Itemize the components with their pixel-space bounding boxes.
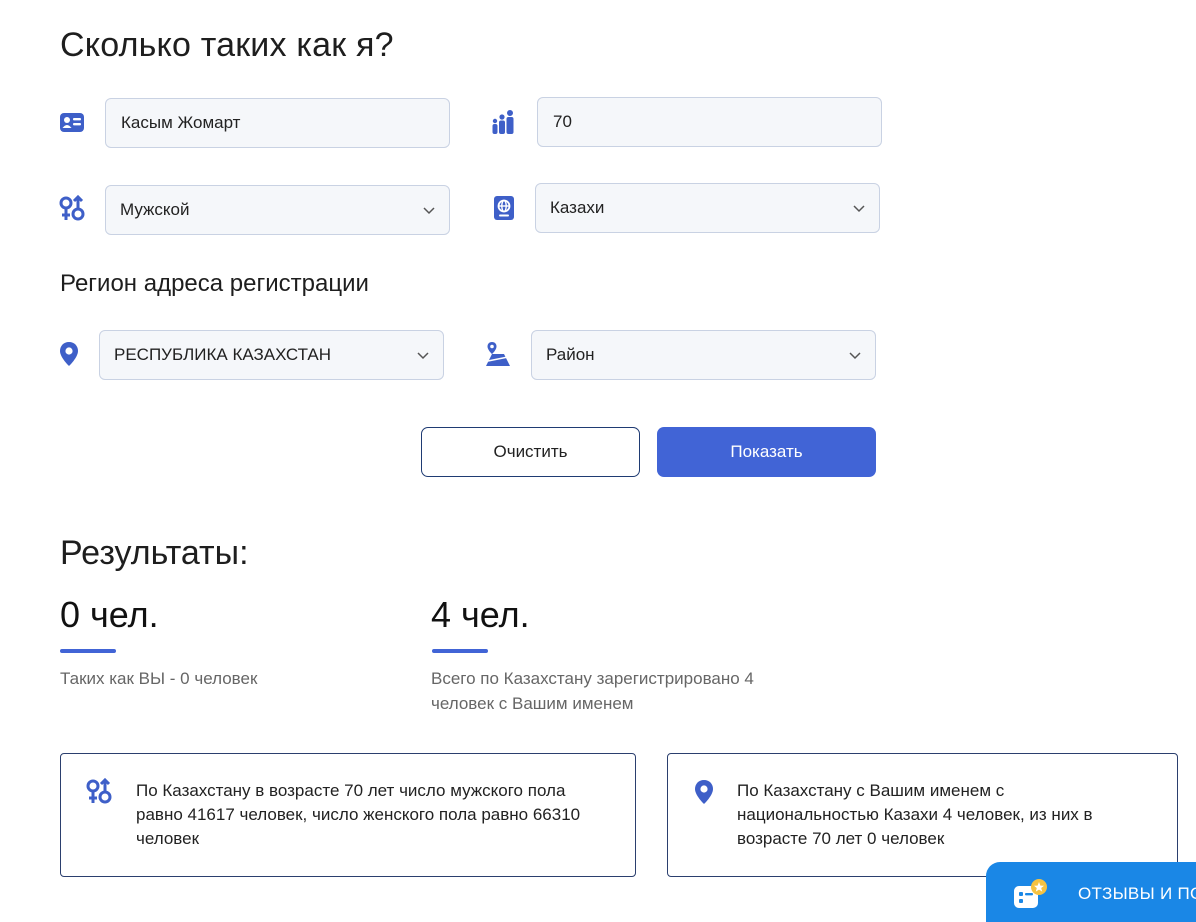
gender-stats-line1: По Казахстану в возрасте 70 лет число му…: [136, 781, 566, 800]
feedback-button[interactable]: ОТЗЫВЫ И ПО: [986, 862, 1196, 922]
same-name-description-line1: Всего по Казахстану зарегистрировано 4: [431, 669, 754, 688]
chevron-down-icon: [853, 205, 865, 213]
district-select-value: Район: [546, 345, 595, 364]
nationality-stats-line1: По Казахстану с Вашим именем с: [737, 781, 1005, 800]
same-name-underline: [432, 649, 488, 653]
clear-button[interactable]: Очистить: [421, 427, 640, 477]
name-field-value: Касым Жомарт: [121, 113, 241, 132]
map-icon: [486, 342, 510, 366]
map-pin-icon: [60, 342, 78, 366]
gender-stats-line3: человек: [136, 829, 200, 848]
nationality-select-value: Казахи: [550, 198, 605, 217]
chevron-down-icon: [423, 207, 435, 215]
same-name-count: 4 чел.: [431, 594, 530, 635]
gender-select-value: Мужской: [120, 200, 190, 219]
same-name-description-line2: человек с Вашим именем: [431, 694, 634, 713]
map-pin-icon: [695, 780, 713, 804]
chevron-down-icon: [417, 352, 429, 360]
gender-stats-line2: равно 41617 человек, число женского пола…: [136, 805, 581, 824]
nationality-stats-card: По Казахстану с Вашим именем с националь…: [667, 753, 1178, 877]
nationality-stats-line3: возрасте 70 лет 0 человек: [737, 829, 945, 848]
feedback-label: ОТЗЫВЫ И ПО: [1078, 884, 1196, 903]
gender-select[interactable]: Мужской: [105, 185, 450, 235]
chevron-down-icon: [849, 352, 861, 360]
same-name-description: Всего по Казахстану зарегистрировано 4 ч…: [431, 666, 754, 716]
nationality-select[interactable]: Казахи: [535, 183, 880, 233]
region-select[interactable]: РЕСПУБЛИКА КАЗАХСТАН: [99, 330, 444, 380]
gender-stats-card: По Казахстану в возрасте 70 лет число му…: [60, 753, 636, 877]
like-you-description: Таких как ВЫ - 0 человек: [60, 669, 258, 688]
name-field[interactable]: Касым Жомарт: [105, 98, 450, 148]
nationality-stats-line2: национальностью Казахи 4 человек, из них…: [737, 805, 1093, 824]
page-title: Сколько таких как я?: [60, 26, 394, 64]
district-select[interactable]: Район: [531, 330, 876, 380]
region-heading: Регион адреса регистрации: [60, 270, 369, 297]
like-you-underline: [60, 649, 116, 653]
results-heading: Результаты:: [60, 534, 249, 572]
age-field[interactable]: 70: [537, 97, 882, 147]
nationality-stats-text: По Казахстану с Вашим именем с националь…: [737, 779, 1093, 851]
gender-icon: [59, 195, 85, 221]
gender-icon: [86, 778, 112, 804]
chat-icon: [1014, 879, 1047, 908]
age-field-value: 70: [553, 112, 572, 131]
id-card-icon: [60, 113, 84, 132]
like-you-count: 0 чел.: [60, 594, 159, 635]
region-select-value: РЕСПУБЛИКА КАЗАХСТАН: [114, 345, 332, 364]
show-button[interactable]: Показать: [657, 427, 876, 477]
passport-icon: [494, 196, 514, 220]
gender-stats-text: По Казахстану в возрасте 70 лет число му…: [136, 779, 580, 851]
people-icon: [492, 110, 514, 134]
